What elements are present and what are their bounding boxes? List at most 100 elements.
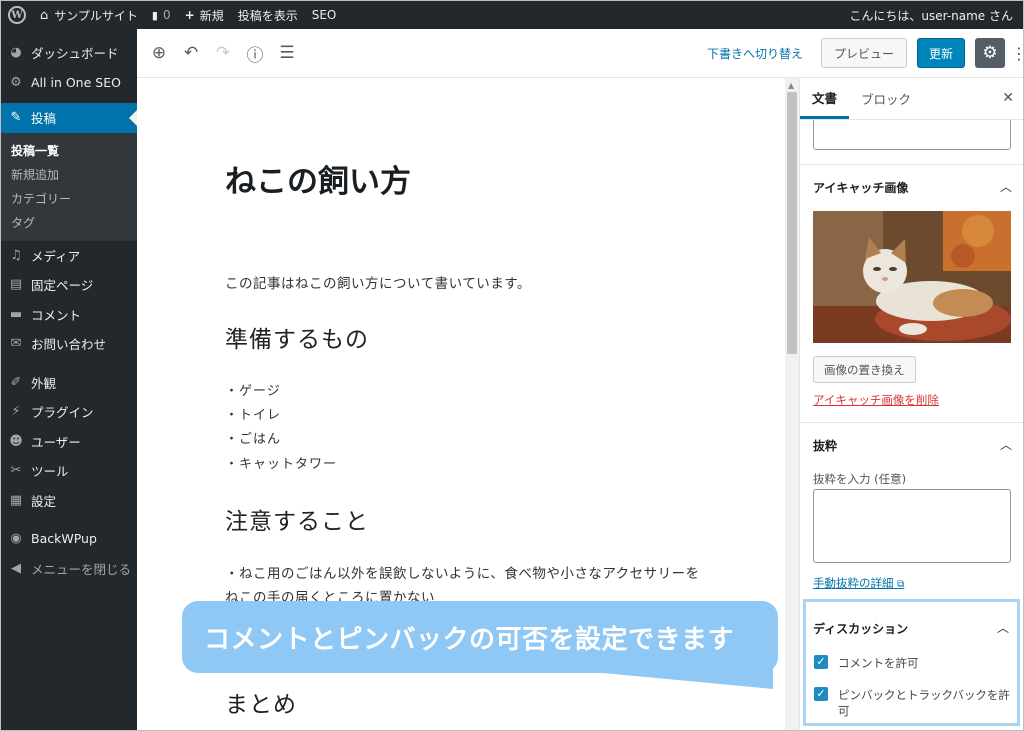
new-label: 新規 (199, 8, 224, 23)
remove-featured-image-link[interactable]: アイキャッチ画像を削除 (813, 392, 939, 408)
allow-pingbacks-checkbox[interactable]: ✓ ピンバックとトラックバックを許可 (814, 687, 1010, 719)
sidebar-item-users[interactable]: ☻ ユーザー (1, 427, 137, 457)
list-item[interactable]: ・ゲージ (225, 380, 281, 399)
sidebar-item-label: ダッシュボード (31, 46, 119, 62)
backwpup-icon: ◉ (10, 531, 22, 547)
home-icon: ⌂ (40, 7, 49, 23)
excerpt-textarea[interactable] (813, 489, 1011, 563)
dashboard-icon: ◕ (10, 45, 22, 61)
sidebar-item-label: メニューを閉じる (31, 561, 132, 577)
tab-block[interactable]: ブロック (849, 78, 923, 119)
sidebar-item-contact[interactable]: ✉ お問い合わせ (1, 329, 137, 359)
sidebar-item-posts[interactable]: ✎ 投稿 (1, 103, 137, 133)
chevron-up-icon[interactable]: ︿ (997, 619, 1009, 636)
sidebar-item-label: お問い合わせ (31, 337, 107, 353)
featured-image-title[interactable]: アイキャッチ画像 (813, 179, 908, 196)
heading-preparation[interactable]: 準備するもの (225, 320, 369, 354)
sidebar-item-tools[interactable]: ✂ ツール (1, 456, 137, 486)
submenu-add-new[interactable]: 新規追加 (1, 163, 137, 187)
divider (800, 422, 1023, 423)
close-icon[interactable]: ✕ (1002, 90, 1014, 106)
gear-icon: ⚙ (982, 43, 998, 63)
redo-icon[interactable]: ↷ (207, 37, 239, 69)
comments-link[interactable]: ▮ 0 (145, 1, 178, 29)
collapse-menu-button[interactable]: ◀ メニューを閉じる (1, 554, 137, 584)
admin-sidebar: ◕ ダッシュボード ⚙ All in One SEO ✎ 投稿 投稿一覧 新規追… (1, 29, 137, 730)
discussion-title[interactable]: ディスカッション (813, 620, 908, 637)
sidebar-item-pages[interactable]: ▤ 固定ページ (1, 270, 137, 300)
intro-paragraph[interactable]: この記事はねこの飼い方について書いています。 (225, 272, 531, 292)
submenu-categories[interactable]: カテゴリー (1, 187, 137, 211)
divider (800, 164, 1023, 165)
switch-to-draft-link[interactable]: 下書きへ切り替え (707, 45, 803, 62)
chevron-up-icon[interactable]: ︿ (1000, 178, 1012, 195)
tab-document[interactable]: 文書 (800, 78, 850, 119)
pin-icon: ✎ (10, 110, 22, 126)
undo-icon[interactable]: ↶ (175, 37, 207, 69)
sidebar-item-label: 固定ページ (31, 278, 94, 294)
media-icon: ♫ (10, 247, 22, 263)
wrench-icon: ✂ (10, 463, 22, 479)
plus-icon: + (184, 8, 195, 22)
sidebar-item-media[interactable]: ♫ メディア (1, 241, 137, 271)
submenu-tags[interactable]: タグ (1, 211, 137, 235)
list-item[interactable]: ・ごはん (225, 428, 281, 447)
sidebar-item-all-in-one-seo[interactable]: ⚙ All in One SEO (1, 68, 137, 98)
list-item[interactable]: ・トイレ (225, 404, 281, 423)
user-icon: ☻ (9, 433, 23, 449)
user-greeting[interactable]: こんにちは、user-name さん (842, 1, 1023, 29)
info-icon[interactable]: ⓘ (239, 37, 271, 69)
scroll-up-arrow-icon[interactable]: ▲ (788, 81, 794, 90)
discussion-panel: ディスカッション ︿ ✓ コメントを許可 ✓ ピンバックとトラックバックを許可 (803, 599, 1020, 726)
update-button[interactable]: 更新 (916, 38, 965, 68)
comments-count: 0 (162, 8, 171, 22)
mail-icon: ✉ (10, 336, 22, 352)
checkbox-checked-icon[interactable]: ✓ (814, 687, 828, 701)
featured-image[interactable] (813, 211, 1011, 343)
sidebar-item-label: メディア (31, 248, 81, 264)
submenu-all-posts[interactable]: 投稿一覧 (1, 139, 137, 163)
wordpress-logo-icon: W (8, 6, 26, 24)
excerpt-details-link[interactable]: 手動抜粋の詳細 ⧉ (813, 575, 904, 591)
replace-image-button[interactable]: 画像の置き換え (813, 356, 916, 383)
sidebar-item-comments[interactable]: ▬ コメント (1, 300, 137, 330)
page-icon: ▤ (9, 277, 23, 293)
site-name-link[interactable]: ⌂ サンプルサイト (33, 1, 145, 29)
chevron-up-icon[interactable]: ︿ (1000, 436, 1012, 453)
list-item[interactable]: ・キャットタワー (225, 453, 337, 472)
allow-comments-label: コメントを許可 (838, 656, 919, 670)
heading-summary[interactable]: まとめ (225, 685, 297, 719)
plugin-icon: ⚡ (11, 404, 21, 420)
excerpt-title[interactable]: 抜粋 (813, 437, 837, 454)
editor-toolbar: ⊕ ↶ ↷ ⓘ ☰ 下書きへ切り替え プレビュー 更新 ⚙ ⋮ (137, 29, 1023, 78)
seo-menu-link[interactable]: SEO (305, 1, 344, 29)
sidebar-item-plugins[interactable]: ⚡ プラグイン (1, 397, 137, 427)
callout-banner: コメントとピンバックの可否を設定できます (182, 601, 778, 673)
caution-paragraph-line1[interactable]: ・ねこ用のごはん以外を誤飲しないように、食べ物や小さなアクセサリーを (225, 562, 700, 582)
appearance-icon: ✐ (10, 374, 22, 390)
sidebar-item-dashboard[interactable]: ◕ ダッシュボード (1, 38, 137, 68)
sidebar-item-label: 設定 (31, 493, 57, 509)
sidebar-item-backwpup[interactable]: ◉ BackWPup (1, 524, 137, 554)
partial-field[interactable] (813, 120, 1011, 150)
outline-icon[interactable]: ☰ (271, 37, 303, 69)
seo-gear-icon: ⚙ (10, 74, 22, 90)
wordpress-logo-button[interactable]: W (1, 1, 33, 29)
view-post-link[interactable]: 投稿を表示 (231, 1, 305, 29)
preview-button[interactable]: プレビュー (820, 38, 907, 68)
settings-icon: ▦ (9, 492, 23, 508)
post-title[interactable]: ねこの飼い方 (225, 156, 411, 201)
checkbox-checked-icon[interactable]: ✓ (814, 655, 828, 669)
sidebar-item-label: 投稿 (31, 111, 57, 127)
settings-gear-button[interactable]: ⚙ (975, 38, 1005, 68)
excerpt-label: 抜粋を入力 (任意) (813, 472, 907, 486)
scrollbar-thumb[interactable] (787, 92, 797, 354)
sidebar-item-settings[interactable]: ▦ 設定 (1, 486, 137, 516)
more-options-icon[interactable]: ⋮ (1011, 44, 1023, 63)
new-content-link[interactable]: + 新規 (178, 1, 231, 29)
add-block-icon[interactable]: ⊕ (143, 37, 175, 69)
allow-comments-checkbox[interactable]: ✓ コメントを許可 (814, 655, 919, 671)
sidebar-item-appearance[interactable]: ✐ 外観 (1, 368, 137, 398)
heading-caution[interactable]: 注意すること (225, 502, 369, 536)
editor-scrollbar[interactable]: ▲ (785, 78, 799, 730)
